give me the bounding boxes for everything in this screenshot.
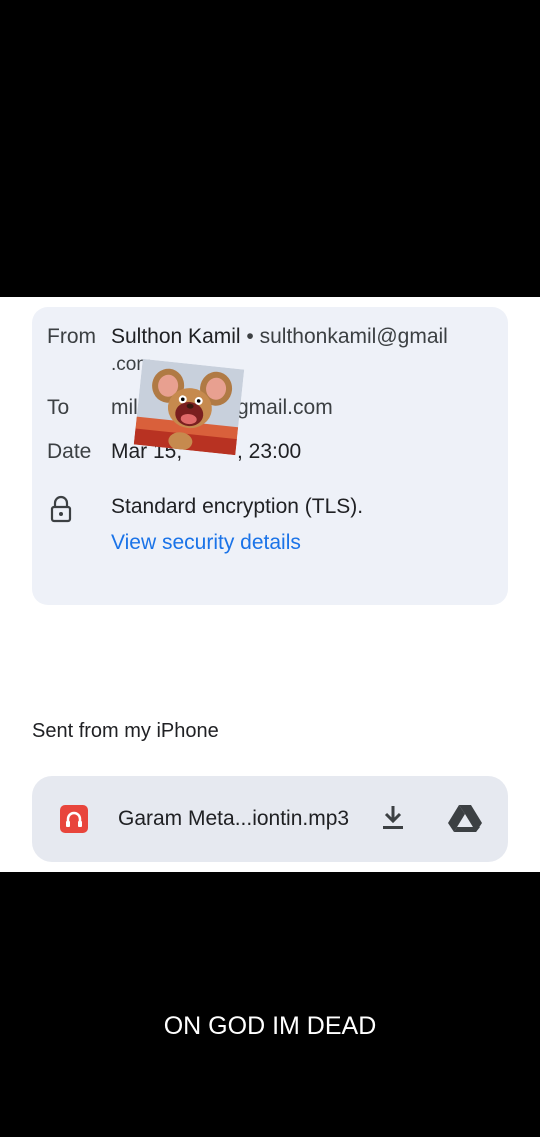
to-label: To bbox=[47, 396, 70, 419]
attachment-name: Garam Meta...iontin.mp3 bbox=[118, 807, 350, 830]
date-label: Date bbox=[47, 440, 92, 463]
jerry-mouse-sticker bbox=[133, 358, 245, 456]
lock-icon bbox=[50, 495, 72, 523]
audio-file-icon bbox=[60, 805, 88, 833]
from-label: From bbox=[47, 325, 96, 348]
attachment-chip[interactable]: Garam Meta...iontin.mp3 bbox=[32, 776, 508, 862]
email-body-text: Sent from my iPhone bbox=[32, 720, 219, 742]
sender-name: Sulthon Kamil bbox=[111, 325, 241, 348]
download-icon[interactable] bbox=[380, 803, 406, 831]
sender-line: Sulthon Kamil • sulthonkamil@gmail bbox=[111, 325, 448, 349]
drive-icon[interactable] bbox=[447, 803, 483, 833]
email-view: From Sulthon Kamil • sulthonkamil@gmail … bbox=[0, 297, 540, 872]
encryption-text: Standard encryption (TLS). bbox=[111, 495, 364, 518]
date-value-end: , 23:00 bbox=[237, 440, 302, 463]
sender-email[interactable]: sulthonkamil@gmail bbox=[260, 325, 448, 348]
sender-separator: • bbox=[246, 325, 254, 348]
message-details-card: From Sulthon Kamil • sulthonkamil@gmail … bbox=[32, 307, 508, 605]
video-caption: ON GOD IM DEAD bbox=[163, 1012, 377, 1040]
view-security-details-link[interactable]: View security details bbox=[111, 531, 301, 555]
recipient-end[interactable]: gmail.com bbox=[237, 396, 333, 420]
